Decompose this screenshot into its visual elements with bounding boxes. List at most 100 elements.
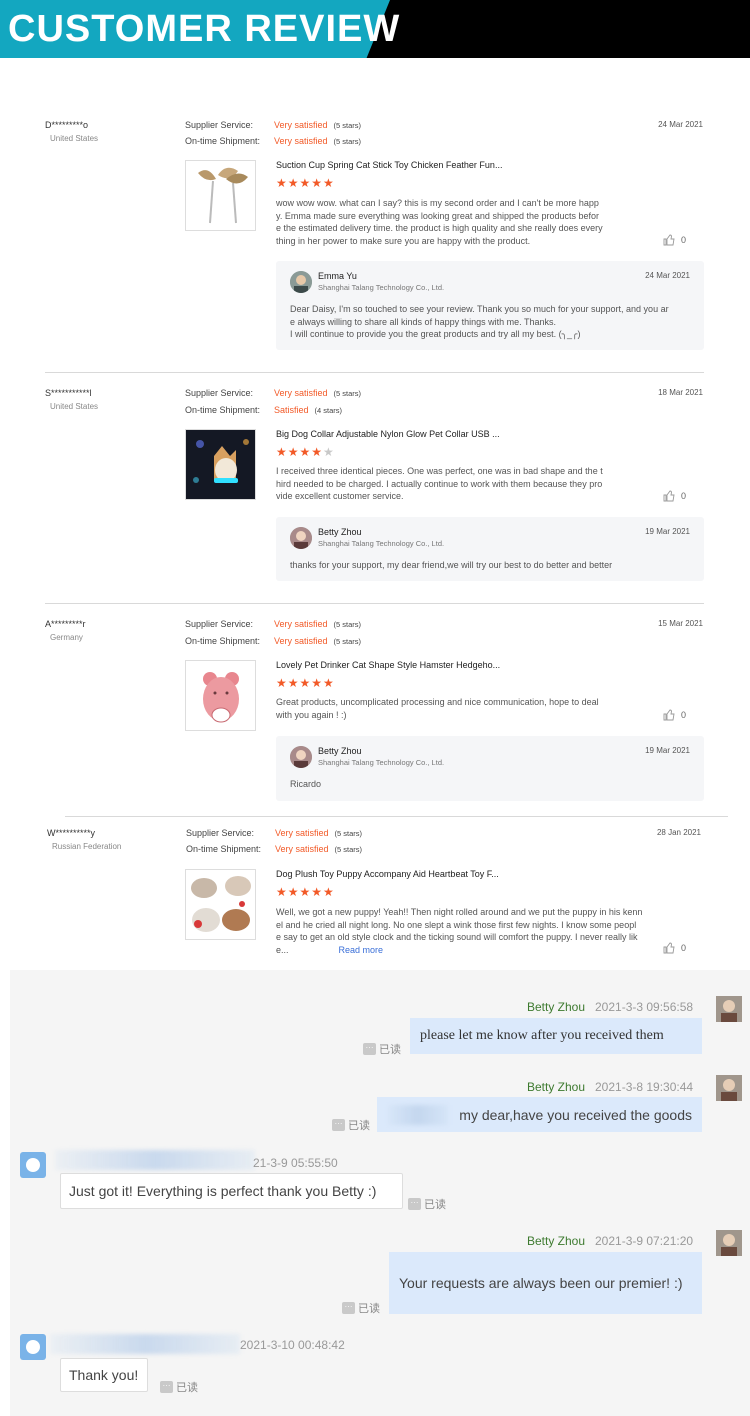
- buyer-country: United States: [50, 402, 99, 411]
- supplier-service-value: Very satisfied: [274, 388, 328, 398]
- shipment-stars: (5 stars): [334, 844, 363, 854]
- product-title-link[interactable]: Dog Plush Toy Puppy Accompany Aid Heartb…: [276, 869, 499, 879]
- seller-reply: Betty Zhou Shanghai Talang Technology Co…: [276, 736, 704, 801]
- seller-reply: Betty Zhou Shanghai Talang Technology Co…: [276, 517, 704, 581]
- read-receipt-icon: ···: [160, 1381, 173, 1393]
- supplier-service-row: Supplier Service: Very satisfied (5 star…: [185, 120, 361, 130]
- supplier-service-stars: (5 stars): [333, 388, 362, 398]
- supplier-service-value: Very satisfied: [274, 619, 328, 629]
- review-text: Great products, uncomplicated processing…: [276, 697, 599, 720]
- seller-name: Betty Zhou: [318, 527, 362, 537]
- blurred-buyer-name: [50, 1334, 240, 1354]
- review-date: 28 Jan 2021: [656, 828, 701, 837]
- seller-avatar: [290, 527, 312, 549]
- review-date: 24 Mar 2021: [658, 120, 703, 129]
- feather-toy-image: [198, 167, 248, 224]
- seller-avatar: [716, 996, 742, 1022]
- read-more-link[interactable]: Read more: [339, 945, 384, 955]
- buyer-avatar: [20, 1334, 46, 1360]
- supplier-service-value: Very satisfied: [274, 120, 328, 130]
- review-card: A*********r Germany Supplier Service: Ve…: [0, 609, 750, 816]
- buyer-country: Russian Federation: [52, 842, 122, 851]
- supplier-service-row: Supplier Service: Very satisfied (5 star…: [185, 388, 361, 398]
- supplier-service-stars: (5 stars): [334, 828, 363, 838]
- read-receipt: ··· 已读: [363, 1041, 401, 1057]
- read-receipt-icon: ···: [342, 1302, 355, 1314]
- dog-collar-image: [186, 430, 255, 499]
- buyer-name: D*********o: [45, 120, 89, 130]
- blurred-text: [388, 1105, 448, 1125]
- review-card: W**********y Russian Federation Supplier…: [0, 818, 750, 968]
- product-thumbnail[interactable]: [185, 660, 256, 731]
- read-receipt-icon: ···: [363, 1043, 376, 1055]
- reply-date: 19 Mar 2021: [645, 746, 690, 755]
- chat-bubble-incoming: Thank you!: [60, 1358, 148, 1392]
- like-count: 0: [681, 943, 687, 953]
- shipment-row: On-time Shipment: Very satisfied (5 star…: [185, 136, 361, 146]
- header-banner: CUSTOMER REVIEW: [0, 0, 750, 58]
- chat-bubble-outgoing: Your requests are always been our premie…: [389, 1252, 702, 1314]
- review-card: D*********o United States Supplier Servi…: [0, 110, 750, 372]
- shipment-stars: (4 stars): [314, 405, 343, 415]
- seller-avatar: [716, 1230, 742, 1256]
- divider: [45, 372, 704, 373]
- shipment-label: On-time Shipment:: [185, 636, 261, 646]
- product-thumbnail[interactable]: [185, 160, 256, 231]
- supplier-service-stars: (5 stars): [333, 619, 362, 629]
- like-button[interactable]: 0: [663, 234, 686, 246]
- supplier-service-row: Supplier Service: Very satisfied (5 star…: [185, 619, 361, 629]
- like-count: 0: [681, 491, 687, 501]
- chat-timestamp: 21-3-9 05:55:50: [253, 1156, 338, 1170]
- read-receipt: ··· 已读: [408, 1196, 446, 1212]
- product-title-link[interactable]: Lovely Pet Drinker Cat Shape Style Hamst…: [276, 660, 500, 670]
- review-date: 18 Mar 2021: [658, 388, 703, 397]
- reply-date: 19 Mar 2021: [645, 527, 690, 536]
- product-thumbnail[interactable]: [185, 429, 256, 500]
- review-text: I received three identical pieces. One w…: [276, 466, 603, 501]
- rating-stars: ★★★★★: [276, 445, 335, 459]
- shipment-row: On-time Shipment: Very satisfied (5 star…: [185, 636, 361, 646]
- read-receipt: ··· 已读: [342, 1300, 380, 1316]
- read-receipt: ··· 已读: [160, 1379, 198, 1395]
- reply-date: 24 Mar 2021: [645, 271, 690, 280]
- blurred-buyer-name: [55, 1150, 255, 1170]
- rating-stars: ★★★★★: [276, 176, 335, 190]
- review-card: S***********l United States Supplier Ser…: [0, 378, 750, 603]
- like-button[interactable]: 0: [663, 942, 686, 954]
- product-thumbnail[interactable]: [185, 869, 256, 940]
- supplier-service-value: Very satisfied: [275, 828, 329, 838]
- supplier-service-label: Supplier Service:: [186, 828, 255, 838]
- reply-text: Dear Daisy, I'm so touched to see your r…: [290, 304, 669, 339]
- like-button[interactable]: 0: [663, 490, 686, 502]
- supplier-service-label: Supplier Service:: [185, 619, 254, 629]
- rating-stars: ★★★★★: [276, 885, 335, 899]
- page-title: CUSTOMER REVIEW: [8, 8, 401, 50]
- buyer-name: S***********l: [45, 388, 92, 398]
- product-title-link[interactable]: Suction Cup Spring Cat Stick Toy Chicken…: [276, 160, 502, 170]
- buyer-name: W**********y: [47, 828, 96, 838]
- like-count: 0: [681, 710, 687, 720]
- shipment-value: Satisfied: [274, 405, 309, 415]
- seller-avatar: [290, 271, 312, 293]
- shipment-row: On-time Shipment: Satisfied (4 stars): [185, 405, 342, 415]
- seller-reply: Emma Yu Shanghai Talang Technology Co., …: [276, 261, 704, 350]
- chat-bubble-outgoing: please let me know after you received th…: [410, 1018, 702, 1054]
- buyer-avatar: [20, 1152, 46, 1178]
- seller-company: Shanghai Talang Technology Co., Ltd.: [318, 539, 445, 548]
- chat-timestamp: 2021-3-3 09:56:58: [595, 1000, 694, 1014]
- chat-timestamp: 2021-3-9 07:21:20: [595, 1234, 694, 1248]
- product-title-link[interactable]: Big Dog Collar Adjustable Nylon Glow Pet…: [276, 429, 500, 439]
- chat-sender-name: Betty Zhou: [527, 1000, 586, 1014]
- shipment-value: Very satisfied: [274, 636, 328, 646]
- shipment-stars: (5 stars): [333, 636, 362, 646]
- seller-company: Shanghai Talang Technology Co., Ltd.: [318, 758, 445, 767]
- rating-stars: ★★★★★: [276, 676, 335, 690]
- seller-name: Emma Yu: [318, 271, 357, 281]
- chat-timestamp: 2021-3-8 19:30:44: [595, 1080, 694, 1094]
- buyer-country: Germany: [50, 633, 83, 642]
- divider: [65, 816, 728, 817]
- like-button[interactable]: 0: [663, 709, 686, 721]
- chat-sender-name: Betty Zhou: [527, 1080, 586, 1094]
- shipment-stars: (5 stars): [333, 136, 362, 146]
- divider: [45, 603, 704, 604]
